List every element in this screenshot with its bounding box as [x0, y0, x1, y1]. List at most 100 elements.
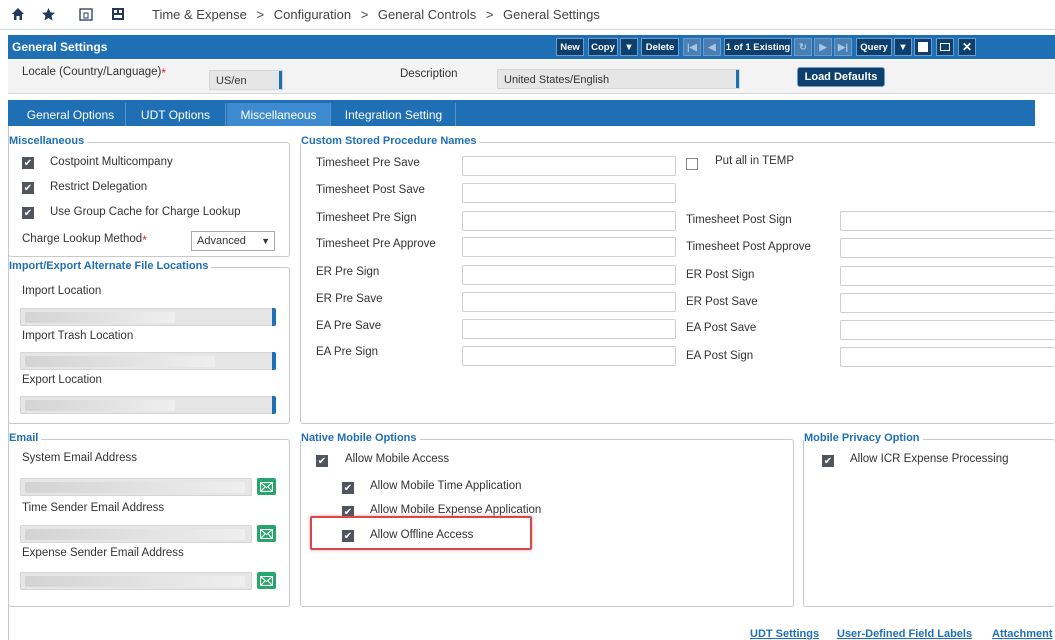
csp-label-timesheet-pre-approve: Timesheet Pre Approve: [316, 238, 436, 250]
allow-mobile-time-checkbox[interactable]: ✔: [342, 482, 354, 494]
export-location-field[interactable]: [20, 396, 276, 414]
timesheet-pre-sign-input[interactable]: [462, 211, 676, 231]
allow-mobile-time-label: Allow Mobile Time Application: [370, 480, 522, 492]
breadcrumb-separator: >: [360, 7, 369, 22]
attachment-link[interactable]: Attachment: [992, 628, 1053, 640]
tab-udt-options[interactable]: UDT Options: [126, 103, 226, 126]
first-record-icon[interactable]: |◀: [683, 38, 701, 56]
copy-button[interactable]: Copy: [588, 38, 618, 56]
allow-mobile-access-checkbox[interactable]: ✔: [316, 455, 328, 467]
charge-lookup-value: Advanced: [197, 235, 246, 247]
charge-lookup-label: Charge Lookup Method*: [22, 233, 147, 247]
miscellaneous-legend: Miscellaneous: [9, 135, 88, 147]
favorites-star-icon[interactable]: [40, 6, 56, 22]
put-all-in-temp-checkbox[interactable]: [686, 158, 698, 170]
delete-button[interactable]: Delete: [641, 38, 679, 56]
csp-label-timesheet-post-save: Timesheet Post Save: [316, 184, 425, 196]
allow-mobile-expense-label: Allow Mobile Expense Application: [370, 504, 542, 516]
tab-general-options[interactable]: General Options: [16, 103, 126, 126]
locale-field[interactable]: US/en: [209, 70, 283, 90]
timesheet-pre-approve-input[interactable]: [462, 237, 676, 257]
expense-sender-email-mail-icon[interactable]: [257, 572, 276, 589]
application-menu-icon[interactable]: [110, 6, 126, 22]
description-field[interactable]: United States/English: [497, 69, 740, 89]
required-indicator: *: [142, 233, 147, 247]
system-email-field[interactable]: [20, 478, 252, 496]
timesheet-post-save-input[interactable]: [462, 183, 676, 203]
tab-miscellaneous[interactable]: Miscellaneous: [227, 103, 331, 126]
tab-integration-setting[interactable]: Integration Setting: [332, 103, 456, 126]
query-button[interactable]: Query: [856, 38, 892, 56]
csp-label-ea-post-save: EA Post Save: [686, 322, 757, 334]
er-post-save-input[interactable]: [840, 293, 1055, 313]
ea-post-save-input[interactable]: [840, 320, 1055, 340]
last-record-icon[interactable]: ▶|: [834, 38, 852, 56]
csp-label-timesheet-post-sign: Timesheet Post Sign: [686, 214, 792, 226]
ea-post-sign-input[interactable]: [840, 347, 1055, 367]
close-window-icon[interactable]: ✕: [958, 38, 976, 56]
breadcrumb-item-general-controls[interactable]: General Controls: [378, 7, 476, 22]
query-menu-chevron-down-icon[interactable]: ▼: [894, 38, 912, 56]
tab-bar: General Options UDT Options Miscellaneou…: [8, 100, 1035, 126]
next-record-icon[interactable]: ▶: [814, 38, 832, 56]
timesheet-post-approve-input[interactable]: [840, 238, 1055, 258]
restrict-delegation-label: Restrict Delegation: [50, 181, 148, 193]
csp-label-ea-pre-save: EA Pre Save: [316, 320, 382, 332]
udt-settings-link[interactable]: UDT Settings: [750, 628, 819, 640]
calendar-icon[interactable]: [78, 6, 94, 22]
system-email-mail-icon[interactable]: [257, 478, 276, 495]
timesheet-pre-save-input[interactable]: [462, 156, 676, 176]
restrict-delegation-checkbox[interactable]: ✔: [22, 182, 34, 194]
breadcrumb-item-configuration[interactable]: Configuration: [274, 7, 351, 22]
allow-mobile-access-label: Allow Mobile Access: [345, 453, 450, 465]
user-defined-field-labels-link[interactable]: User-Defined Field Labels: [837, 628, 972, 640]
locale-value: US/en: [216, 75, 247, 87]
allow-icr-expense-checkbox[interactable]: ✔: [822, 455, 834, 467]
home-icon[interactable]: [10, 6, 26, 22]
csp-label-er-pre-save: ER Pre Save: [316, 293, 383, 305]
maximize-window-icon[interactable]: [936, 38, 954, 56]
put-all-in-temp-label: Put all in TEMP: [715, 155, 795, 167]
breadcrumb-item-time-expense[interactable]: Time & Expense: [152, 7, 247, 22]
refresh-icon[interactable]: ↻: [794, 38, 812, 56]
chevron-down-icon: ▼: [261, 236, 270, 246]
import-location-field[interactable]: [20, 308, 276, 326]
window-title-bar: General Settings New Copy ▼ Delete |◀ ◀ …: [8, 35, 1055, 59]
time-sender-email-field[interactable]: [20, 525, 252, 543]
er-pre-save-input[interactable]: [462, 292, 676, 312]
group-cache-checkbox[interactable]: ✔: [22, 207, 34, 219]
csp-label-timesheet-post-approve: Timesheet Post Approve: [686, 241, 811, 253]
copy-menu-chevron-down-icon[interactable]: ▼: [620, 38, 638, 56]
custom-stored-procedure-legend: Custom Stored Procedure Names: [301, 135, 480, 147]
breadcrumb-separator: >: [256, 7, 265, 22]
description-label: Description: [400, 68, 458, 80]
charge-lookup-select[interactable]: Advanced ▼: [191, 231, 275, 251]
er-pre-sign-input[interactable]: [462, 265, 676, 285]
ea-pre-sign-input[interactable]: [462, 346, 676, 366]
ea-pre-save-input[interactable]: [462, 319, 676, 339]
er-post-sign-input[interactable]: [840, 266, 1055, 286]
costpoint-multicompany-checkbox[interactable]: ✔: [22, 157, 34, 169]
csp-label-er-pre-sign: ER Pre Sign: [316, 266, 380, 278]
import-trash-location-field[interactable]: [20, 352, 276, 370]
description-value: United States/English: [504, 74, 610, 86]
previous-record-icon[interactable]: ◀: [703, 38, 721, 56]
time-sender-email-label: Time Sender Email Address: [22, 502, 165, 514]
record-count: 1 of 1 Existing: [724, 38, 792, 56]
timesheet-post-sign-input[interactable]: [840, 211, 1055, 231]
expense-sender-email-field[interactable]: [20, 572, 252, 590]
email-legend: Email: [9, 432, 42, 444]
offline-access-highlight-box: [310, 516, 532, 550]
locale-label: Locale (Country/Language)*: [22, 66, 167, 80]
page-title: General Settings: [12, 40, 108, 54]
time-sender-email-mail-icon[interactable]: [257, 525, 276, 542]
top-navigation-bar: Time & Expense > Configuration > General…: [0, 0, 1055, 30]
csp-label-ea-pre-sign: EA Pre Sign: [316, 346, 379, 358]
minimize-window-icon[interactable]: [914, 38, 932, 56]
new-button[interactable]: New: [556, 38, 584, 56]
csp-label-timesheet-pre-save: Timesheet Pre Save: [316, 157, 420, 169]
breadcrumb: Time & Expense > Configuration > General…: [152, 7, 606, 22]
csp-label-er-post-save: ER Post Save: [686, 296, 758, 308]
csp-label-timesheet-pre-sign: Timesheet Pre Sign: [316, 212, 417, 224]
load-defaults-button[interactable]: Load Defaults: [797, 67, 885, 87]
